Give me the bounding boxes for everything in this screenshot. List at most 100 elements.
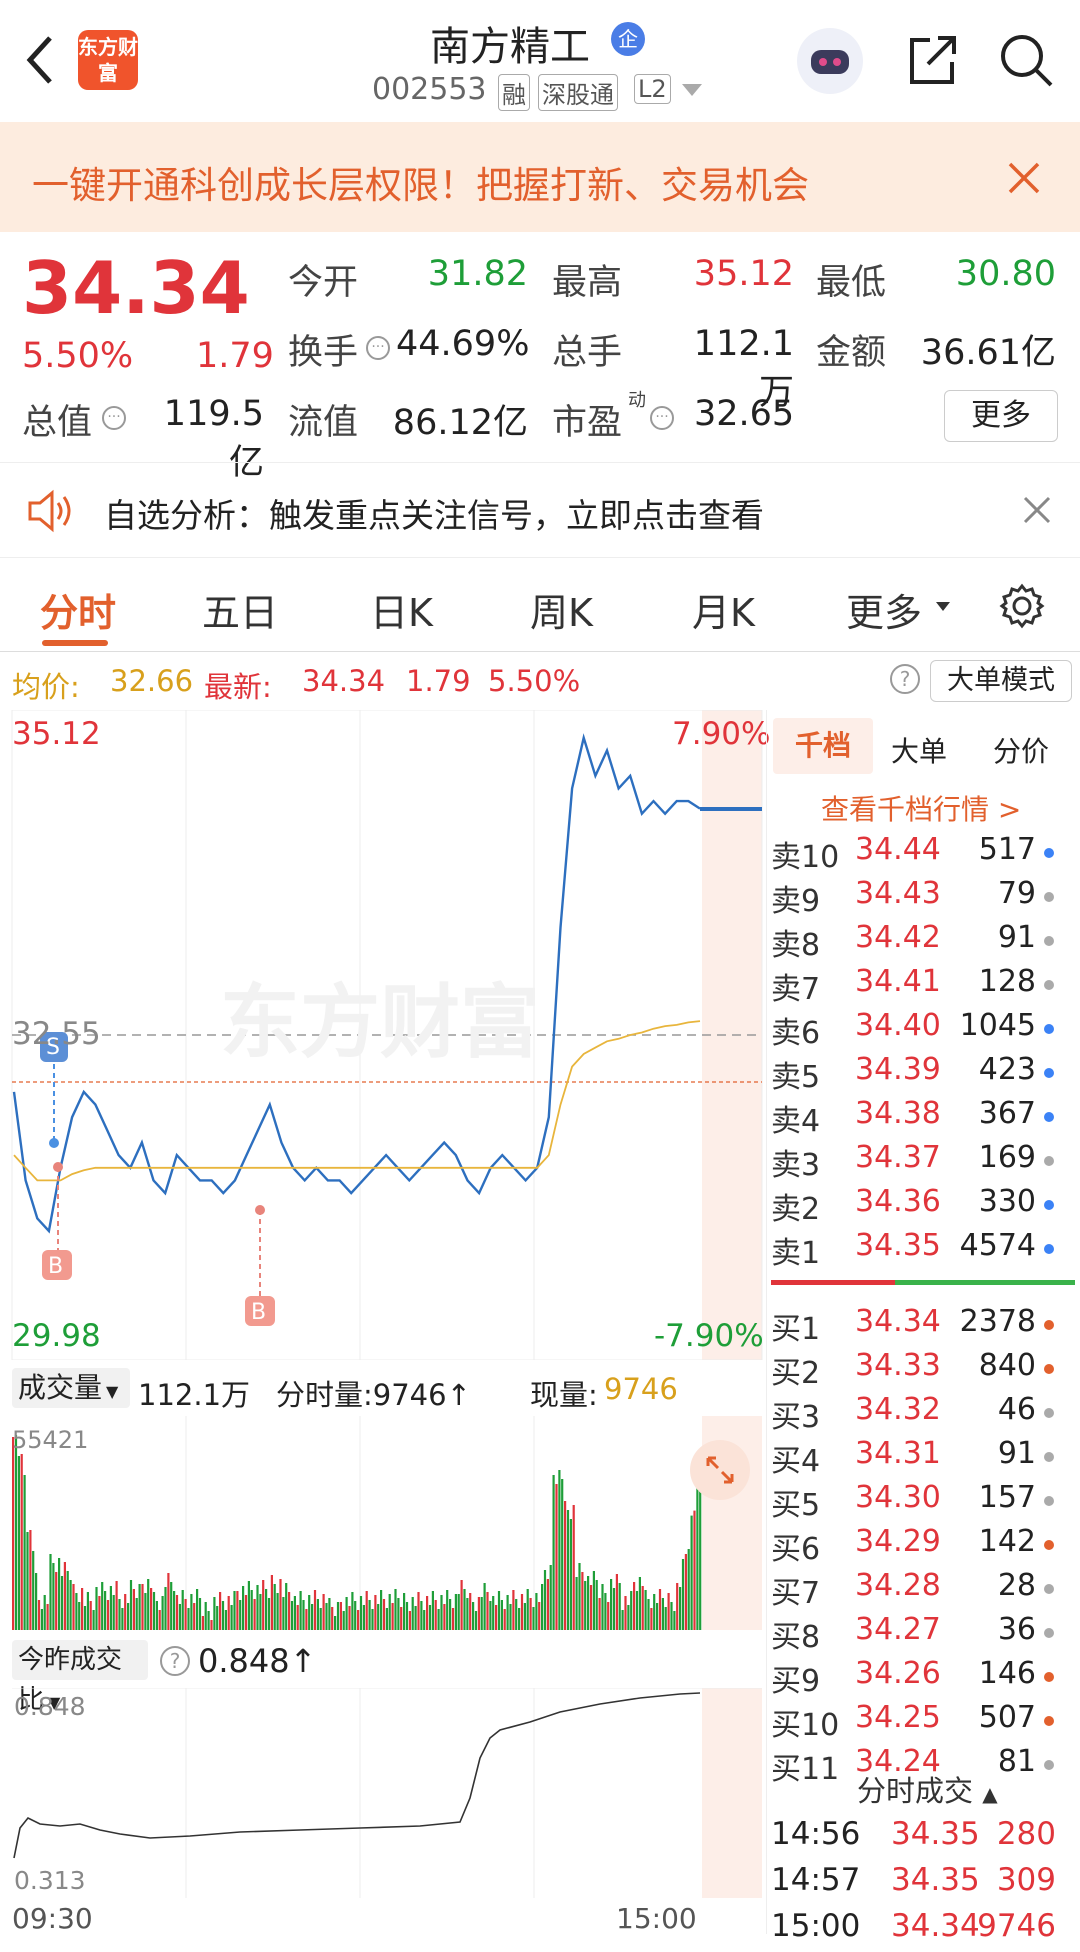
volume-selector[interactable]: 成交量 ▼ xyxy=(12,1368,130,1408)
field-value-pe: 32.65 xyxy=(694,394,795,434)
buy-price: 34.32 xyxy=(855,1392,941,1427)
marker-buy-b2[interactable]: B xyxy=(251,1300,266,1325)
buy-row[interactable]: 买5 34.30 157 xyxy=(767,1480,1062,1524)
time-end-label: 15:00 xyxy=(616,1902,697,1935)
volume-bar xyxy=(681,1559,685,1630)
sell-qty: 367 xyxy=(978,1096,1036,1131)
close-banner-icon[interactable] xyxy=(1006,160,1042,196)
buy-dot-icon xyxy=(1044,1408,1054,1418)
sell-row[interactable]: 卖2 34.36 330 xyxy=(767,1184,1062,1228)
tab-monthly-k[interactable]: 月K xyxy=(692,582,755,637)
buy-row[interactable]: 买9 34.26 146 xyxy=(767,1656,1062,1700)
alert-bar[interactable]: 自选分析：触发重点关注信号，立即点击查看 xyxy=(0,462,1080,558)
buy-row[interactable]: 买7 34.28 28 xyxy=(767,1568,1062,1612)
speaker-icon xyxy=(26,489,76,533)
volume-bar xyxy=(265,1589,268,1630)
volume-bar xyxy=(14,1435,18,1630)
period-volume: 分时量:9746↑ xyxy=(276,1378,471,1412)
volume-bar xyxy=(535,1593,538,1630)
tab-more[interactable]: 更多 xyxy=(846,582,922,637)
tab-intraday[interactable]: 分时 xyxy=(40,582,116,637)
info-icon[interactable]: ··· xyxy=(102,406,126,430)
expand-icon[interactable] xyxy=(690,1440,750,1500)
share-icon[interactable] xyxy=(902,30,962,90)
view-depth-link[interactable]: 查看千档行情 > xyxy=(821,788,1021,828)
sell-row[interactable]: 卖9 34.43 79 xyxy=(767,876,1062,920)
tab-daily-k[interactable]: 日K xyxy=(370,582,433,637)
volume-bar xyxy=(158,1610,161,1630)
sell-row[interactable]: 卖5 34.39 423 xyxy=(767,1052,1062,1096)
ob-tab-price-dist[interactable]: 分价 xyxy=(993,730,1049,770)
buy-row[interactable]: 买1 34.34 2378 xyxy=(767,1304,1062,1348)
trade-row: 14:56 34.35 280 xyxy=(767,1816,1062,1860)
sell-row[interactable]: 卖8 34.42 91 xyxy=(767,920,1062,964)
sell-row[interactable]: 卖7 34.41 128 xyxy=(767,964,1062,1008)
sell-row[interactable]: 卖1 34.35 4574 xyxy=(767,1228,1062,1272)
marker-buy-b1[interactable]: B xyxy=(48,1254,63,1279)
gear-icon[interactable] xyxy=(998,582,1046,630)
dropdown-caret-icon[interactable] xyxy=(682,84,702,96)
sell-row[interactable]: 卖6 34.40 1045 xyxy=(767,1008,1062,1052)
volume-bar xyxy=(328,1598,331,1630)
field-label-amount: 金额 xyxy=(816,333,887,373)
sell-row[interactable]: 卖10 34.44 517 xyxy=(767,832,1062,876)
app-logo[interactable]: 东方财富 xyxy=(78,30,138,90)
volume-bar xyxy=(219,1592,222,1630)
promo-banner[interactable]: 一键开通科创成长层权限！把握打新、交易机会 xyxy=(0,122,1080,232)
sell-price: 34.37 xyxy=(855,1140,941,1175)
ratio-selector[interactable]: 今昨成交比 ▼ xyxy=(12,1640,148,1715)
buy-row[interactable]: 买10 34.25 507 xyxy=(767,1700,1062,1744)
sell-label: 卖3 xyxy=(771,1148,821,1183)
sell-row[interactable]: 卖4 34.38 367 xyxy=(767,1096,1062,1140)
robot-assistant-icon[interactable] xyxy=(797,28,863,94)
volume-bar xyxy=(449,1599,452,1630)
y-top-label: 35.12 xyxy=(12,716,101,752)
volume-bar xyxy=(653,1594,656,1630)
more-button[interactable]: 更多 xyxy=(944,390,1058,442)
sell-qty: 128 xyxy=(978,964,1036,999)
volume-bar xyxy=(46,1604,49,1630)
buy-row[interactable]: 买6 34.29 142 xyxy=(767,1524,1062,1568)
volume-bar xyxy=(607,1602,610,1630)
tab-weekly-k[interactable]: 周K xyxy=(530,582,593,637)
sell-price: 34.41 xyxy=(855,964,941,999)
ratio-chart[interactable]: 0.848 0.313 xyxy=(0,1687,765,1898)
buy-dot-icon xyxy=(1044,1584,1054,1594)
tab-five-day[interactable]: 五日 xyxy=(202,582,278,637)
info-icon[interactable]: ··· xyxy=(650,406,674,430)
buy-label: 买2 xyxy=(771,1356,821,1391)
field-label-volume: 总手 xyxy=(552,333,623,373)
sell-dot-icon xyxy=(1044,1200,1054,1210)
buy-row[interactable]: 买8 34.27 36 xyxy=(767,1612,1062,1656)
sell-price: 34.42 xyxy=(855,920,941,955)
field-label-pe: 市盈 xyxy=(552,403,623,443)
big-order-mode-button[interactable]: 大单模式 xyxy=(930,660,1072,702)
intraday-chart[interactable]: 东方财富 S B B 35.12 32.55 29.98 7.90% -7.90… xyxy=(0,709,770,1361)
back-icon[interactable] xyxy=(20,30,60,90)
volume-bar xyxy=(155,1601,158,1630)
volume-bar xyxy=(216,1606,219,1630)
volume-chart[interactable]: 55421 xyxy=(0,1416,765,1630)
close-alert-icon[interactable] xyxy=(1022,495,1052,525)
volume-bar xyxy=(101,1582,104,1630)
buy-row[interactable]: 买2 34.33 840 xyxy=(767,1348,1062,1392)
help-icon[interactable]: ? xyxy=(160,1646,190,1676)
help-icon[interactable]: ? xyxy=(890,664,920,694)
trades-title[interactable]: 分时成交 ▲ xyxy=(857,1768,998,1810)
volume-bar xyxy=(656,1603,659,1630)
ob-tab-big-order[interactable]: 大单 xyxy=(891,730,947,770)
buy-row[interactable]: 买3 34.32 46 xyxy=(767,1392,1062,1436)
active-tab-indicator xyxy=(42,640,108,646)
sell-label: 卖10 xyxy=(771,840,840,875)
volume-bar xyxy=(506,1595,509,1630)
search-icon[interactable] xyxy=(996,30,1056,90)
sell-row[interactable]: 卖3 34.37 169 xyxy=(767,1140,1062,1184)
info-icon[interactable]: ··· xyxy=(366,336,390,360)
buy-price: 34.25 xyxy=(855,1700,941,1735)
volume-bar xyxy=(538,1602,541,1630)
volume-bar xyxy=(451,1608,455,1630)
ob-tab-depth[interactable]: 千档 xyxy=(773,718,873,774)
volume-bar xyxy=(512,1590,515,1630)
sell-qty: 423 xyxy=(978,1052,1036,1087)
buy-row[interactable]: 买4 34.31 91 xyxy=(767,1436,1062,1480)
